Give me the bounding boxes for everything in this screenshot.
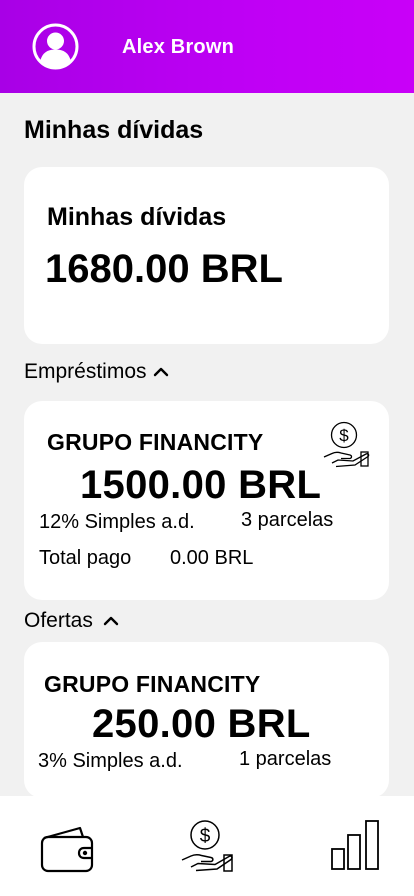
offer-installments: 1 parcelas — [239, 748, 332, 770]
money-hand-icon: $ — [322, 420, 372, 473]
loans-section-toggle[interactable]: Empréstimos — [24, 360, 169, 384]
loan-installments: 3 parcelas — [241, 509, 334, 531]
offer-amount: 250.00 BRL — [92, 702, 311, 746]
loan-paid-value: 0.00 BRL — [170, 547, 254, 569]
summary-amount: 1680.00 BRL — [45, 247, 283, 291]
user-name: Alex Brown — [122, 36, 235, 58]
offers-section-toggle[interactable]: Ofertas — [24, 609, 119, 633]
money-hand-icon[interactable]: $ — [180, 819, 236, 878]
loan-rate: 12% Simples a.d. — [39, 511, 195, 533]
offers-section-label: Ofertas — [24, 609, 93, 632]
chevron-up-icon — [153, 367, 168, 377]
offer-lender: GRUPO FINANCITY — [44, 671, 261, 697]
loan-paid-label: Total pago — [39, 547, 132, 569]
debt-summary-card: Minhas dívidas 1680.00 BRL — [24, 167, 389, 344]
svg-text:$: $ — [200, 826, 211, 847]
offer-rate: 3% Simples a.d. — [38, 750, 183, 772]
summary-label: Minhas dívidas — [47, 203, 227, 231]
app-header: Alex Brown — [0, 0, 414, 93]
chevron-up-icon — [103, 616, 119, 626]
svg-text:$: $ — [339, 426, 349, 445]
user-avatar-icon[interactable] — [32, 23, 79, 70]
bar-chart-icon[interactable] — [330, 819, 382, 876]
bottom-nav: $ — [0, 796, 414, 896]
wallet-icon[interactable] — [40, 825, 96, 878]
loans-section-label: Empréstimos — [24, 360, 147, 383]
loan-amount: 1500.00 BRL — [80, 463, 322, 507]
page-title: Minhas dívidas — [24, 116, 204, 144]
offer-card[interactable]: GRUPO FINANCITY 250.00 BRL 3% Simples a.… — [24, 642, 389, 798]
loan-card[interactable]: GRUPO FINANCITY $ 1500.00 BRL 12% Simple… — [24, 401, 389, 600]
loan-lender: GRUPO FINANCITY — [47, 429, 264, 455]
